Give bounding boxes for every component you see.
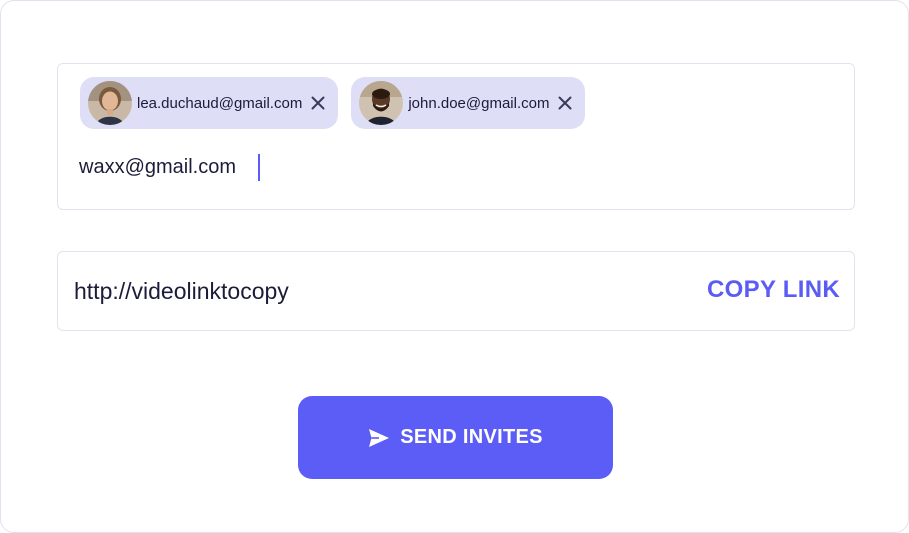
recipient-email: john.doe@gmail.com (408, 94, 550, 112)
share-link-text: http://videolinktocopy (74, 278, 289, 304)
email-input[interactable] (79, 152, 679, 182)
share-link-field: http://videolinktocopy COPY LINK (57, 251, 855, 331)
recipient-email: lea.duchaud@gmail.com (137, 94, 303, 112)
send-invites-button[interactable]: SEND INVITES (298, 396, 613, 479)
recipient-chip: lea.duchaud@gmail.com (80, 77, 339, 129)
recipient-chips: lea.duchaud@gmail.com john.doe@gmail.com (80, 77, 586, 129)
avatar (88, 81, 132, 125)
email-recipients-field[interactable]: lea.duchaud@gmail.com john.doe@gmail.com (57, 63, 855, 210)
send-icon (368, 427, 390, 449)
recipient-chip: john.doe@gmail.com (351, 77, 586, 129)
send-invites-label: SEND INVITES (400, 426, 543, 448)
copy-link-button[interactable]: COPY LINK (707, 276, 840, 304)
text-caret (258, 154, 260, 181)
invite-card: lea.duchaud@gmail.com john.doe@gmail.com (0, 0, 909, 533)
avatar (359, 81, 404, 125)
close-icon[interactable] (310, 95, 326, 111)
close-icon[interactable] (557, 95, 573, 111)
